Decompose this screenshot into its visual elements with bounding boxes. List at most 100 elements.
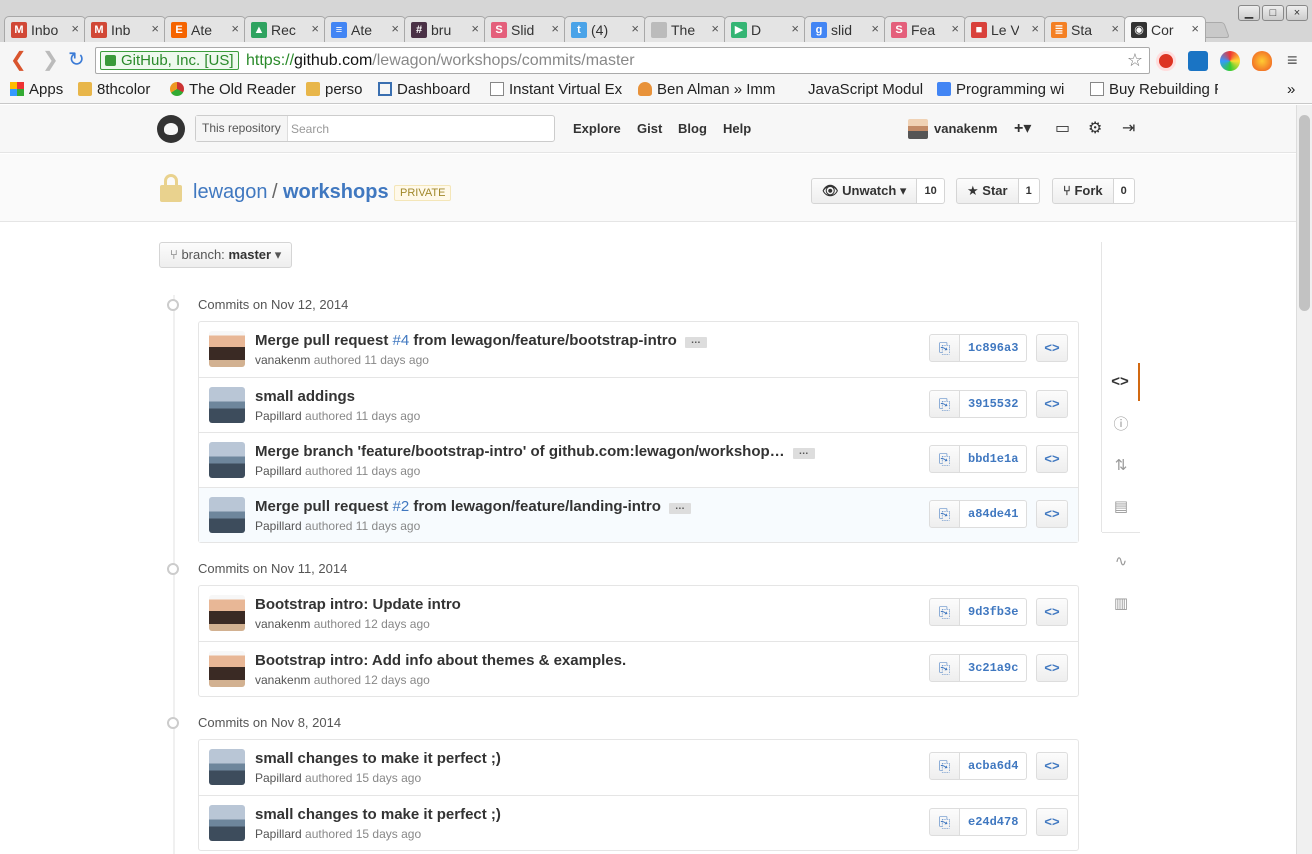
browser-tab[interactable]: # bru × <box>404 16 486 42</box>
clipboard-copy-icon[interactable]: ⎘ <box>929 752 960 780</box>
star-button[interactable]: ★ Star <box>956 178 1019 204</box>
clipboard-copy-icon[interactable]: ⎘ <box>929 334 960 362</box>
commit-author[interactable]: vanakenm <box>255 353 310 367</box>
expand-message-button[interactable]: … <box>684 336 707 348</box>
commit-sha-button[interactable]: acba6d4 <box>960 752 1028 780</box>
browse-code-icon[interactable]: <> <box>1036 445 1068 473</box>
clipboard-copy-icon[interactable]: ⎘ <box>929 598 960 626</box>
bookmark-item[interactable]: Dashboard <box>378 81 478 98</box>
avatar[interactable] <box>209 749 245 785</box>
watchers-count[interactable]: 10 <box>917 178 945 204</box>
gear-icon[interactable]: ⚙ <box>1088 118 1102 138</box>
avatar[interactable] <box>209 805 245 841</box>
browser-tab[interactable]: S Slid × <box>484 16 566 42</box>
nav-blog[interactable]: Blog <box>678 121 707 136</box>
commit-author[interactable]: vanakenm <box>255 617 310 631</box>
page-scrollbar[interactable] <box>1296 105 1312 854</box>
close-icon[interactable]: × <box>231 21 239 36</box>
commit-sha-button[interactable]: 3c21a9c <box>960 654 1028 682</box>
browser-tab[interactable]: ▲ Rec × <box>244 16 326 42</box>
avatar[interactable] <box>209 651 245 687</box>
back-arrow-icon[interactable]: ❮ <box>10 50 27 70</box>
browser-tab[interactable]: E Ate × <box>164 16 246 42</box>
clipboard-copy-icon[interactable]: ⎘ <box>929 445 960 473</box>
browser-tab[interactable]: M Inb × <box>84 16 166 42</box>
maximize-button[interactable]: □ <box>1262 5 1284 21</box>
commit-sha-button[interactable]: 1c896a3 <box>960 334 1028 362</box>
close-icon[interactable]: × <box>391 21 399 36</box>
close-icon[interactable]: × <box>71 21 79 36</box>
browser-tab[interactable]: S Fea × <box>884 16 966 42</box>
fork-button[interactable]: ⑂ Fork <box>1052 178 1114 204</box>
more-bookmarks-chevron-icon[interactable]: » <box>1287 81 1295 98</box>
close-icon[interactable]: × <box>871 21 879 36</box>
username-link[interactable]: vanakenm <box>934 121 998 136</box>
bookmark-item[interactable]: Instant Virtual Ex <box>490 81 628 98</box>
commit-sha-button[interactable]: a84de41 <box>960 500 1028 528</box>
browse-code-icon[interactable]: <> <box>1036 808 1068 836</box>
browse-code-icon[interactable]: <> <box>1036 598 1068 626</box>
browser-tab[interactable]: M Inbo × <box>4 16 86 42</box>
forward-arrow-icon[interactable]: ❯ <box>42 50 59 70</box>
repo-owner-link[interactable]: lewagon <box>193 181 268 204</box>
code-icon[interactable]: <> <box>1102 363 1140 401</box>
clipboard-copy-icon[interactable]: ⎘ <box>929 808 960 836</box>
url-text[interactable]: https://github.com/lewagon/workshops/com… <box>246 52 635 70</box>
browse-code-icon[interactable]: <> <box>1036 334 1068 362</box>
avatar[interactable] <box>209 387 245 423</box>
nav-explore[interactable]: Explore <box>573 121 621 136</box>
repo-name-link[interactable]: workshops <box>283 181 389 204</box>
expand-message-button[interactable]: … <box>792 447 815 459</box>
sign-out-icon[interactable]: ⇥ <box>1122 118 1135 138</box>
github-logo-icon[interactable] <box>157 115 185 143</box>
branch-selector[interactable]: ⑂ branch: master ▾ <box>159 242 293 268</box>
browser-tab[interactable]: The × <box>644 16 726 42</box>
site-search[interactable]: This repository <box>195 115 555 142</box>
commit-message[interactable]: Merge branch 'feature/bootstrap-intro' o… <box>255 443 815 460</box>
close-icon[interactable]: × <box>151 21 159 36</box>
commit-author[interactable]: Papillard <box>255 827 302 841</box>
avatar[interactable] <box>209 442 245 478</box>
pull-request-link[interactable]: #2 <box>393 498 410 515</box>
wiki-icon[interactable]: ▤ <box>1102 488 1140 526</box>
bookmark-item[interactable]: perso <box>306 81 370 98</box>
commit-message[interactable]: Bootstrap intro: Update intro <box>255 596 461 613</box>
commit-message[interactable]: Bootstrap intro: Add info about themes &… <box>255 652 626 669</box>
browser-tab[interactable]: ▶ D × <box>724 16 806 42</box>
bookmark-item[interactable]: Ben Alman » Imm <box>638 81 776 98</box>
clipboard-copy-icon[interactable]: ⎘ <box>929 390 960 418</box>
bookmark-star-icon[interactable]: ☆ <box>1127 50 1143 71</box>
reload-icon[interactable]: ↻ <box>68 50 85 70</box>
nav-help[interactable]: Help <box>723 121 751 136</box>
pull-requests-icon[interactable]: ⇅ <box>1102 447 1140 485</box>
browse-code-icon[interactable]: <> <box>1036 752 1068 780</box>
close-icon[interactable]: × <box>471 21 479 36</box>
browser-tab[interactable]: ◉ Cor × <box>1124 16 1206 42</box>
color-picker-icon[interactable] <box>1220 51 1240 71</box>
avatar[interactable] <box>908 119 928 139</box>
avatar[interactable] <box>209 595 245 631</box>
expand-message-button[interactable]: … <box>668 502 691 514</box>
address-bar[interactable]: GitHub, Inc. [US] https://github.com/lew… <box>95 47 1150 74</box>
commit-sha-button[interactable]: e24d478 <box>960 808 1028 836</box>
browse-code-icon[interactable]: <> <box>1036 390 1068 418</box>
close-icon[interactable]: × <box>311 21 319 36</box>
close-icon[interactable]: × <box>951 21 959 36</box>
commit-message[interactable]: small addings <box>255 388 355 405</box>
close-icon[interactable]: × <box>711 21 719 36</box>
commit-message[interactable]: Merge pull request #2 from lewagon/featu… <box>255 498 691 515</box>
search-scope-label[interactable]: This repository <box>196 116 288 141</box>
commit-author[interactable]: Papillard <box>255 464 302 478</box>
create-new-plus-icon[interactable]: +▾ <box>1014 118 1031 138</box>
nav-gist[interactable]: Gist <box>637 121 662 136</box>
browser-menu-icon[interactable]: ≡ <box>1287 50 1298 71</box>
graphs-icon[interactable]: ▥ <box>1102 585 1140 623</box>
adblock-icon[interactable] <box>1156 51 1176 71</box>
browse-code-icon[interactable]: <> <box>1036 500 1068 528</box>
browser-tab[interactable]: ■ Le V × <box>964 16 1046 42</box>
commit-message[interactable]: small changes to make it perfect ;) <box>255 750 501 767</box>
commit-author[interactable]: vanakenm <box>255 673 310 687</box>
commit-message[interactable]: Merge pull request #4 from lewagon/featu… <box>255 332 707 349</box>
browser-tab[interactable]: ≣ Sta × <box>1044 16 1126 42</box>
flame-extension-icon[interactable] <box>1252 51 1272 71</box>
